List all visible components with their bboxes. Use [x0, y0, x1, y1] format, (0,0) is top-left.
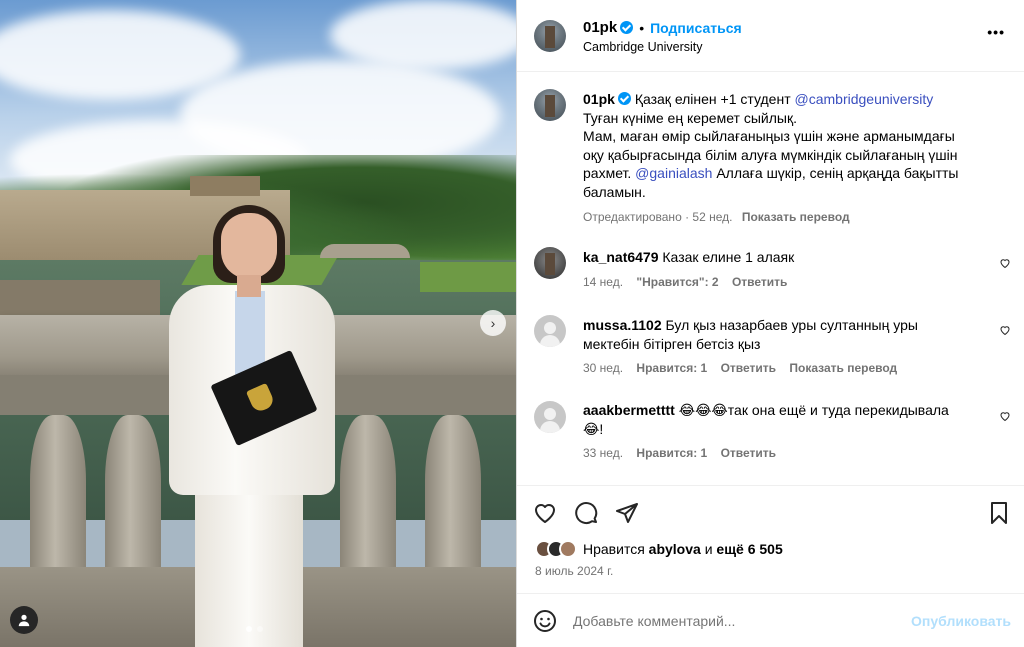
translate-link[interactable]: Показать перевод	[789, 361, 897, 375]
comment-username[interactable]: aaakbermetttt	[583, 402, 675, 418]
liker-avatar[interactable]	[559, 540, 577, 558]
caption-username[interactable]: 01pk	[583, 91, 615, 107]
action-bar	[517, 485, 1024, 535]
likes-mid: и	[704, 541, 713, 557]
face	[221, 213, 277, 279]
verified-icon	[617, 92, 631, 105]
bookmark-icon[interactable]	[987, 501, 1011, 525]
comment-meta: 30 нед. Нравится: 1 Ответить Показать пе…	[583, 359, 983, 378]
comment: ka_nat6479 Казак елине 1 алаяк 14 нед. "…	[583, 248, 983, 291]
lawn	[420, 262, 516, 292]
likes-row: Нравится abylova и ещё 6 505	[535, 540, 783, 558]
mention-link[interactable]: @gainialash	[635, 165, 712, 181]
emoji-icon[interactable]	[533, 609, 557, 633]
comment-text-line2: 😂!	[583, 420, 604, 437]
reply-button[interactable]: Ответить	[721, 446, 776, 460]
crest-icon	[245, 382, 276, 414]
post-header: 01pk • Подписаться Cambridge University …	[517, 0, 1024, 72]
location[interactable]: Cambridge University	[583, 40, 702, 54]
publish-button[interactable]: Опубликовать	[911, 613, 1011, 629]
stone-wall	[0, 280, 160, 320]
comment-icon[interactable]	[574, 501, 598, 525]
user-tag-icon[interactable]	[10, 606, 38, 634]
comment-username[interactable]: mussa.1102	[583, 317, 662, 333]
comment-text: так она ещё и туда перекидывала	[727, 402, 949, 418]
more-icon[interactable]: •••	[987, 24, 1005, 40]
comment-likes[interactable]: "Нравится": 2	[636, 275, 718, 289]
caption-line3: Мам, маған өмір сыйлағаныңыз үшін және а…	[583, 128, 955, 145]
caption-line4: оқу қабырғасында білім алуға мүмкіндік с…	[583, 146, 958, 163]
post-side-panel: 01pk • Подписаться Cambridge University …	[516, 0, 1024, 647]
trousers	[195, 485, 303, 647]
caption-line1: Қазақ елінен +1 студент	[634, 91, 791, 107]
comment-time[interactable]: 33 нед.	[583, 446, 623, 460]
comment-text-line2: мектебін бітірген бетсіз қыз	[583, 335, 761, 352]
caption-line6: баламын.	[583, 183, 646, 200]
comment-emoji: 😂😂😂	[678, 402, 728, 418]
comment: mussa.1102 Бул қыз назарбаев уры султанн…	[583, 316, 983, 378]
reply-button[interactable]: Ответить	[721, 361, 776, 375]
comment-time[interactable]: 30 нед.	[583, 361, 623, 375]
comment-username[interactable]: ka_nat6479	[583, 249, 659, 265]
comment-input[interactable]	[573, 610, 893, 632]
instagram-post-modal: › 01pk • Подписаться Cambridge Universit…	[0, 0, 1024, 647]
woman-figure	[165, 205, 340, 647]
carousel-dot-active	[246, 626, 252, 632]
separator-dot: •	[639, 19, 645, 36]
caption-line2: Туған күніме ең керемет сыйлық.	[583, 109, 797, 126]
caption-line5: рахмет.	[583, 165, 632, 182]
cloud	[330, 0, 516, 70]
username[interactable]: 01pk	[583, 19, 617, 36]
liker-username[interactable]: abylova	[649, 541, 701, 557]
caption-line5-rest: Аллаға шүкір, сенің арқаңда бақытты	[716, 165, 959, 182]
neck	[237, 275, 261, 297]
translate-link[interactable]: Показать перевод	[742, 210, 850, 224]
heart-icon[interactable]	[999, 324, 1011, 336]
comment-avatar[interactable]	[534, 247, 566, 279]
add-comment-bar: Опубликовать	[517, 593, 1024, 647]
caption-meta: Отредактировано · 52 нед. Показать перев…	[583, 209, 850, 224]
follow-button[interactable]: Подписаться	[650, 20, 742, 36]
header-user-row: 01pk • Подписаться	[583, 19, 742, 36]
post-photo[interactable]: ›	[0, 0, 516, 647]
verified-icon	[620, 21, 634, 34]
carousel-dots	[246, 626, 263, 632]
reply-button[interactable]: Ответить	[732, 275, 787, 289]
heart-icon[interactable]	[533, 501, 557, 525]
heart-icon[interactable]	[999, 410, 1011, 422]
caption: 01pk Қазақ елінен +1 студент @cambridgeu…	[583, 90, 1013, 226]
chevron-right-icon[interactable]: ›	[480, 310, 506, 336]
comment-avatar[interactable]	[534, 315, 566, 347]
likes-prefix: Нравится	[583, 541, 645, 557]
heart-icon[interactable]	[999, 257, 1011, 269]
comment-avatar[interactable]	[534, 401, 566, 433]
edited-label: Отредактировано	[583, 209, 682, 224]
comment-meta: 14 нед. "Нравится": 2 Ответить	[583, 273, 983, 292]
comment-text: Бул қыз назарбаев уры султанның уры	[665, 317, 918, 333]
caption-time[interactable]: 52 нед.	[692, 210, 732, 224]
comment-likes[interactable]: Нравится: 1	[636, 361, 707, 375]
comment-likes[interactable]: Нравится: 1	[636, 446, 707, 460]
avatar[interactable]	[534, 20, 566, 52]
likes-count[interactable]: ещё 6 505	[716, 541, 782, 557]
comment-text: Казак елине 1 алаяк	[662, 249, 795, 265]
comment: aaakbermetttt 😂😂😂так она ещё и туда пере…	[583, 401, 993, 463]
share-icon[interactable]	[615, 501, 639, 525]
comment-meta: 33 нед. Нравится: 1 Ответить	[583, 444, 993, 463]
post-date[interactable]: 8 июль 2024 г.	[535, 564, 613, 578]
liker-avatars	[535, 540, 577, 558]
carousel-dot	[257, 626, 263, 632]
caption-avatar[interactable]	[534, 89, 566, 121]
mention-link[interactable]: @cambridgeuniversity	[795, 91, 934, 107]
comment-time[interactable]: 14 нед.	[583, 275, 623, 289]
